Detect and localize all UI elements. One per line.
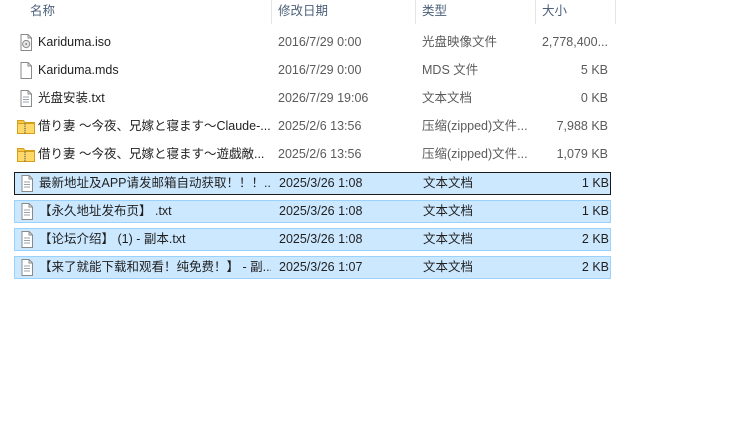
file-name: 借り妻 ～今夜、兄嫁と寝ます～遊戯敵... [38, 147, 265, 161]
file-type: 文本文档 [423, 204, 474, 218]
file-date: 2025/3/26 1:07 [279, 260, 363, 274]
file-row[interactable]: 【论坛介绍】 (1) - 副本.txt 2025/3/26 1:08 文本文档 2 K… [14, 228, 611, 251]
file-size: 2 KB [581, 232, 609, 246]
file-size: 2,778,400... [541, 35, 608, 49]
file-row[interactable]: 光盘安装.txt 2026/7/29 19:06 文本文档 0 KB [14, 88, 611, 111]
file-name: 光盘安装.txt [38, 91, 105, 105]
file-date: 2026/7/29 19:06 [278, 91, 369, 105]
file-name: Kariduma.iso [38, 35, 111, 49]
file-name: 最新地址及APP请发邮箱自动获取！！！... [39, 176, 271, 190]
column-header-bar: ^ 名称 修改日期 类型 大小 [0, 0, 756, 24]
file-icon [17, 62, 35, 79]
file-date: 2025/3/26 1:08 [279, 176, 363, 190]
file-type: 压缩(zipped)文件... [422, 119, 528, 133]
file-type: 文本文档 [423, 260, 474, 274]
file-row[interactable]: 【来了就能下载和观看！纯免费！】 - 副... 2025/3/26 1:07 文本文… [14, 256, 611, 279]
zip-folder-icon [17, 118, 35, 135]
column-header-name[interactable]: 名称 [24, 0, 270, 22]
file-type: MDS 文件 [422, 63, 479, 77]
file-row[interactable]: Kariduma.iso 2016/7/29 0:00 光盘映像文件 2,778,40… [14, 32, 611, 55]
file-name: Kariduma.mds [38, 63, 119, 77]
column-divider[interactable] [615, 0, 616, 24]
file-name: 【永久地址发布页】 .txt [39, 204, 172, 218]
file-size: 1,079 KB [556, 147, 608, 161]
zip-folder-icon [17, 146, 35, 163]
text-file-icon [18, 259, 36, 276]
file-size: 2 KB [581, 260, 609, 274]
file-date: 2016/7/29 0:00 [278, 35, 362, 49]
file-type: 压缩(zipped)文件... [422, 147, 528, 161]
file-size: 7,988 KB [556, 119, 608, 133]
file-size: 1 KB [581, 204, 609, 218]
file-type: 文本文档 [423, 232, 474, 246]
file-type: 文本文档 [422, 91, 473, 105]
text-file-icon [18, 203, 36, 220]
text-file-icon [18, 231, 36, 248]
file-date: 2025/3/26 1:08 [279, 204, 363, 218]
file-type: 光盘映像文件 [422, 35, 498, 49]
file-name: 借り妻 ～今夜、兄嫁と寝ます～Claude-... [38, 119, 270, 133]
text-file-icon [18, 175, 36, 192]
file-date: 2025/3/26 1:08 [279, 232, 363, 246]
file-date: 2025/2/6 13:56 [278, 119, 362, 133]
file-type: 文本文档 [423, 176, 474, 190]
column-header-size[interactable]: 大小 [536, 0, 614, 22]
file-row[interactable]: 【永久地址发布页】 .txt 2025/3/26 1:08 文本文档 1 KB [14, 200, 611, 223]
file-row[interactable]: Kariduma.mds 2016/7/29 0:00 MDS 文件 5 KB [14, 60, 611, 83]
text-file-icon [17, 90, 35, 107]
file-name: 【论坛介绍】 (1) - 副本.txt [39, 232, 186, 246]
file-date: 2016/7/29 0:00 [278, 63, 362, 77]
file-row[interactable]: 最新地址及APP请发邮箱自动获取！！！... 2025/3/26 1:08 文本文档… [14, 172, 611, 195]
file-row[interactable]: 借り妻 ～今夜、兄嫁と寝ます～遊戯敵... 2025/2/6 13:56 压缩(zi… [14, 144, 611, 167]
column-header-date[interactable]: 修改日期 [272, 0, 414, 22]
file-size: 5 KB [580, 63, 608, 77]
column-header-type[interactable]: 类型 [416, 0, 534, 22]
file-size: 0 KB [580, 91, 608, 105]
file-name: 【来了就能下载和观看！纯免费！】 - 副... [39, 260, 271, 274]
file-size: 1 KB [581, 176, 609, 190]
disc-image-icon [17, 34, 35, 51]
file-date: 2025/2/6 13:56 [278, 147, 362, 161]
file-row[interactable]: 借り妻 ～今夜、兄嫁と寝ます～Claude-... 2025/2/6 13:56 压… [14, 116, 611, 139]
